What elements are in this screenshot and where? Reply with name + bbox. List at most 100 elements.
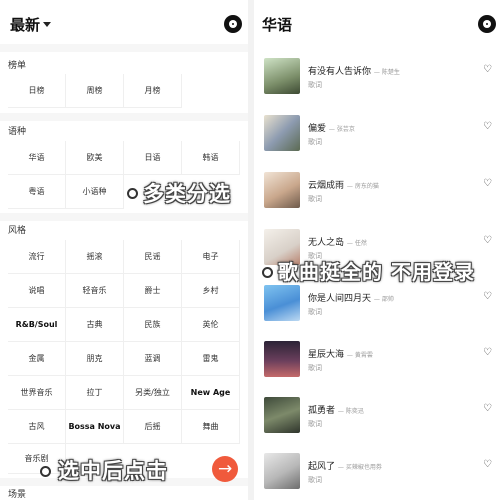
album-cover: [264, 397, 300, 433]
chart-monthly[interactable]: 月榜: [124, 74, 182, 108]
song-title-line: 你是人间四月天 — 邵帅: [308, 294, 394, 304]
style-metal[interactable]: 金属: [8, 342, 66, 376]
sort-title[interactable]: 最新: [10, 14, 40, 35]
heart-outline-icon[interactable]: ♡: [483, 403, 492, 414]
song-lyrics-label: 歌词: [308, 364, 322, 372]
music-disc-icon[interactable]: [224, 15, 242, 33]
style-indie[interactable]: 另类/独立: [124, 376, 182, 410]
lang-mandarin[interactable]: 华语: [8, 141, 66, 175]
album-cover: [264, 115, 300, 151]
style-bossanova[interactable]: Bossa Nova: [66, 410, 124, 444]
song-artist: 任然: [354, 240, 367, 247]
style-blues[interactable]: 蓝调: [124, 342, 182, 376]
style-newage[interactable]: New Age: [182, 376, 240, 410]
section-title-language: 语种: [8, 127, 27, 137]
song-artist: 买辣椒也用券: [345, 464, 382, 471]
style-jazz[interactable]: 爵士: [124, 274, 182, 308]
song-item[interactable]: 起风了 — 买辣椒也用券 歌词 ♡: [254, 453, 504, 500]
heart-outline-icon[interactable]: ♡: [483, 64, 492, 75]
song-title-line: 有没有人告诉你 — 陈楚生: [308, 67, 400, 77]
song-title-line: 偏爱 — 张芸京: [308, 124, 355, 134]
section-separator: [0, 44, 248, 52]
category-header: 最新: [0, 0, 248, 50]
style-folk[interactable]: 民谣: [124, 240, 182, 274]
style-electronic[interactable]: 电子: [182, 240, 240, 274]
song-artist: 邵帅: [381, 296, 394, 303]
style-classical[interactable]: 古典: [66, 308, 124, 342]
heart-outline-icon[interactable]: ♡: [483, 291, 492, 302]
style-rap[interactable]: 说唱: [8, 274, 66, 308]
style-punk[interactable]: 朋克: [66, 342, 124, 376]
style-pop[interactable]: 流行: [8, 240, 66, 274]
bullet-dot: [262, 267, 273, 278]
song-item[interactable]: 有没有人告诉你 — 陈楚生 歌词 ♡: [254, 58, 504, 114]
section-title-scene: 场景: [8, 490, 27, 500]
album-cover: [264, 58, 300, 94]
bullet-dot: [40, 466, 51, 477]
song-item[interactable]: 星辰大海 — 黄霄雲 歌词 ♡: [254, 341, 504, 397]
song-title-line: 无人之岛 — 任然: [308, 238, 367, 248]
song-title: 孤勇者: [308, 406, 336, 416]
song-title: 云烟成雨: [308, 181, 345, 191]
album-cover: [264, 285, 300, 321]
chart-daily[interactable]: 日榜: [8, 74, 66, 108]
song-lyrics-label: 歌词: [308, 476, 322, 484]
song-title-line: 云烟成雨 — 房东的猫: [308, 181, 379, 191]
style-ancient[interactable]: 古风: [8, 410, 66, 444]
song-title: 起风了: [308, 462, 336, 472]
style-reggae[interactable]: 雷鬼: [182, 342, 240, 376]
overlay-caption-songs: 歌曲挺全的 不用登录: [278, 260, 475, 284]
lang-cantonese[interactable]: 粤语: [8, 175, 66, 209]
lang-western[interactable]: 欧美: [66, 141, 124, 175]
song-lyrics-label: 歌词: [308, 81, 322, 89]
song-lyrics-label: 歌词: [308, 308, 322, 316]
music-disc-icon[interactable]: [478, 15, 496, 33]
style-dance[interactable]: 舞曲: [182, 410, 240, 444]
album-cover: [264, 341, 300, 377]
bullet-dot: [127, 188, 138, 199]
heart-outline-icon[interactable]: ♡: [483, 121, 492, 132]
heart-outline-icon[interactable]: ♡: [483, 347, 492, 358]
song-title: 偏爱: [308, 124, 327, 134]
song-item[interactable]: 你是人间四月天 — 邵帅 歌词 ♡: [254, 285, 504, 341]
style-country[interactable]: 乡村: [182, 274, 240, 308]
song-title-line: 起风了 — 买辣椒也用券: [308, 462, 382, 472]
heart-outline-icon[interactable]: ♡: [483, 178, 492, 189]
song-item[interactable]: 孤勇者 — 陈奕迅 歌词 ♡: [254, 397, 504, 453]
song-item[interactable]: 云烟成雨 — 房东的猫 歌词 ♡: [254, 172, 504, 228]
style-ethnic[interactable]: 民族: [124, 308, 182, 342]
style-rock[interactable]: 摇滚: [66, 240, 124, 274]
arrow-right-icon: →: [218, 459, 233, 479]
style-rnb[interactable]: R&B/Soul: [8, 308, 66, 342]
style-postrock[interactable]: 后摇: [124, 410, 182, 444]
lang-minor[interactable]: 小语种: [66, 175, 124, 209]
song-title: 星辰大海: [308, 350, 345, 360]
section-separator: [0, 213, 248, 221]
caret-down-icon[interactable]: [43, 22, 51, 27]
lang-korean[interactable]: 韩语: [182, 141, 240, 175]
song-lyrics-label: 歌词: [308, 138, 322, 146]
style-latin[interactable]: 拉丁: [66, 376, 124, 410]
language-title: 华语: [262, 16, 293, 34]
style-britpop[interactable]: 英伦: [182, 308, 240, 342]
song-title: 无人之岛: [308, 238, 345, 248]
category-panel: 最新 榜单 日榜 周榜 月榜 语种 华语 欧美 日语 韩语 粤语 小语种 风格 …: [0, 0, 248, 500]
song-item[interactable]: 偏爱 — 张芸京 歌词 ♡: [254, 115, 504, 171]
style-world[interactable]: 世界音乐: [8, 376, 66, 410]
song-artist: 陈楚生: [381, 69, 400, 76]
heart-outline-icon[interactable]: ♡: [483, 235, 492, 246]
song-title-line: 星辰大海 — 黄霄雲: [308, 350, 373, 360]
song-lyrics-label: 歌词: [308, 195, 322, 203]
section-separator: [0, 113, 248, 121]
heart-outline-icon[interactable]: ♡: [483, 459, 492, 470]
song-title: 你是人间四月天: [308, 294, 372, 304]
chart-weekly[interactable]: 周榜: [66, 74, 124, 108]
lang-japanese[interactable]: 日语: [124, 141, 182, 175]
style-light[interactable]: 轻音乐: [66, 274, 124, 308]
song-list-panel: 华语 有没有人告诉你 — 陈楚生 歌词 ♡ 偏爱 — 张芸京 歌词 ♡ 云烟成雨…: [254, 0, 504, 500]
song-list-header: 华语: [254, 0, 504, 50]
song-title: 有没有人告诉你: [308, 67, 372, 77]
next-button[interactable]: →: [212, 456, 238, 482]
song-artist: 陈奕迅: [345, 408, 364, 415]
song-artist: 黄霄雲: [354, 352, 373, 359]
